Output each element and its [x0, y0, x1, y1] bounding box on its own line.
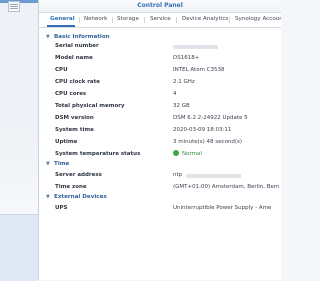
collapse-caret-icon: ▼ [46, 34, 50, 40]
row-time-zone: Time zone (GMT+01:00) Amsterdam, Berlin,… [46, 183, 281, 192]
tab-storage[interactable]: Storage [117, 15, 139, 24]
status-text: Normal [182, 151, 202, 157]
redacted-value [186, 174, 241, 178]
label-system-temperature-status: System temperature status [55, 151, 141, 157]
label-uptime: Uptime [55, 139, 78, 145]
row-system-temperature-status: System temperature status Normal [46, 150, 281, 159]
general-content: ▼ Basic Information Serial number Model n… [39, 28, 281, 280]
section-title: External Devices [54, 194, 107, 200]
row-dsm-version: DSM version DSM 6.2.2-24922 Update 5 [46, 114, 281, 123]
row-total-physical-memory: Total physical memory 32 GB [46, 102, 281, 111]
value-model-name: DS1618+ [173, 55, 200, 61]
collapse-caret-icon: ▼ [46, 194, 50, 200]
section-basic-information[interactable]: ▼ Basic Information [46, 33, 110, 41]
value-cpu-clock-rate: 2.1 GHz [173, 79, 195, 85]
tab-bar: General Network Storage Service Device A… [39, 13, 281, 28]
tab-synology-account[interactable]: Synology Account [235, 15, 281, 24]
grip-icon [10, 4, 18, 5]
row-serial-number: Serial number [46, 42, 281, 51]
label-cpu-clock-rate: CPU clock rate [55, 79, 100, 85]
row-cpu-cores: CPU cores 4 [46, 90, 281, 99]
section-external-devices[interactable]: ▼ External Devices [46, 193, 107, 201]
tab-separator [79, 17, 80, 23]
row-uptime: Uptime 3 minute(s) 48 second(s) [46, 138, 281, 147]
left-sidebar: s [0, 0, 39, 281]
value-cpu: INTEL Atom C3538 [173, 67, 225, 73]
sidebar-grip-handle[interactable] [8, 1, 20, 12]
window-title: Control Panel [137, 2, 183, 9]
row-cpu-clock-rate: CPU clock rate 2.1 GHz [46, 78, 281, 87]
tab-device-analytics[interactable]: Device Analytics [182, 15, 228, 24]
value-system-time: 2020-03-09 18:03:11 [173, 127, 232, 133]
tab-general[interactable]: General [50, 15, 75, 24]
tab-separator [112, 17, 113, 23]
row-model-name: Model name DS1618+ [46, 54, 281, 63]
control-panel-window: Control Panel General Network Storage Se… [38, 0, 281, 280]
value-dsm-version: DSM 6.2.2-24922 Update 5 [173, 115, 248, 121]
section-title: Time [54, 161, 70, 167]
value-cpu-cores: 4 [173, 91, 177, 97]
status-ok-icon [173, 150, 179, 156]
value-time-zone: (GMT+01:00) Amsterdam, Berlin, Bern [173, 184, 280, 190]
value-server-address: ntp [173, 172, 183, 178]
value-ups: Uninterruptible Power Supply - Ame [173, 205, 272, 211]
window-titlebar[interactable]: Control Panel [39, 0, 281, 13]
section-title: Basic Information [54, 34, 110, 40]
tab-separator [144, 17, 145, 23]
label-server-address: Server address [55, 172, 102, 178]
label-cpu: CPU [55, 67, 68, 73]
sidebar-fade [0, 124, 38, 214]
tab-service[interactable]: Service [150, 15, 171, 24]
label-cpu-cores: CPU cores [55, 91, 87, 97]
value-uptime: 3 minute(s) 48 second(s) [173, 139, 243, 145]
label-total-physical-memory: Total physical memory [55, 103, 125, 109]
row-system-time: System time 2020-03-09 18:03:11 [46, 126, 281, 135]
value-total-physical-memory: 32 GB [173, 103, 190, 109]
label-model-name: Model name [55, 55, 93, 61]
label-serial-number: Serial number [55, 43, 99, 49]
label-dsm-version: DSM version [55, 115, 94, 121]
row-ups: UPS Uninterruptible Power Supply - Ame [46, 204, 281, 213]
label-time-zone: Time zone [55, 184, 87, 190]
value-system-temperature-status: Normal [173, 150, 202, 159]
row-server-address: Server address ntp [46, 171, 281, 180]
redacted-value [173, 45, 218, 49]
collapse-caret-icon: ▼ [46, 161, 50, 167]
tab-network[interactable]: Network [84, 15, 107, 24]
row-cpu: CPU INTEL Atom C3538 [46, 66, 281, 75]
active-tab-indicator [47, 25, 75, 27]
tab-separator [229, 17, 230, 23]
label-ups: UPS [55, 205, 68, 211]
sidebar-selected-area [0, 214, 38, 281]
section-time[interactable]: ▼ Time [46, 160, 69, 168]
tab-separator [176, 17, 177, 23]
label-system-time: System time [55, 127, 94, 133]
